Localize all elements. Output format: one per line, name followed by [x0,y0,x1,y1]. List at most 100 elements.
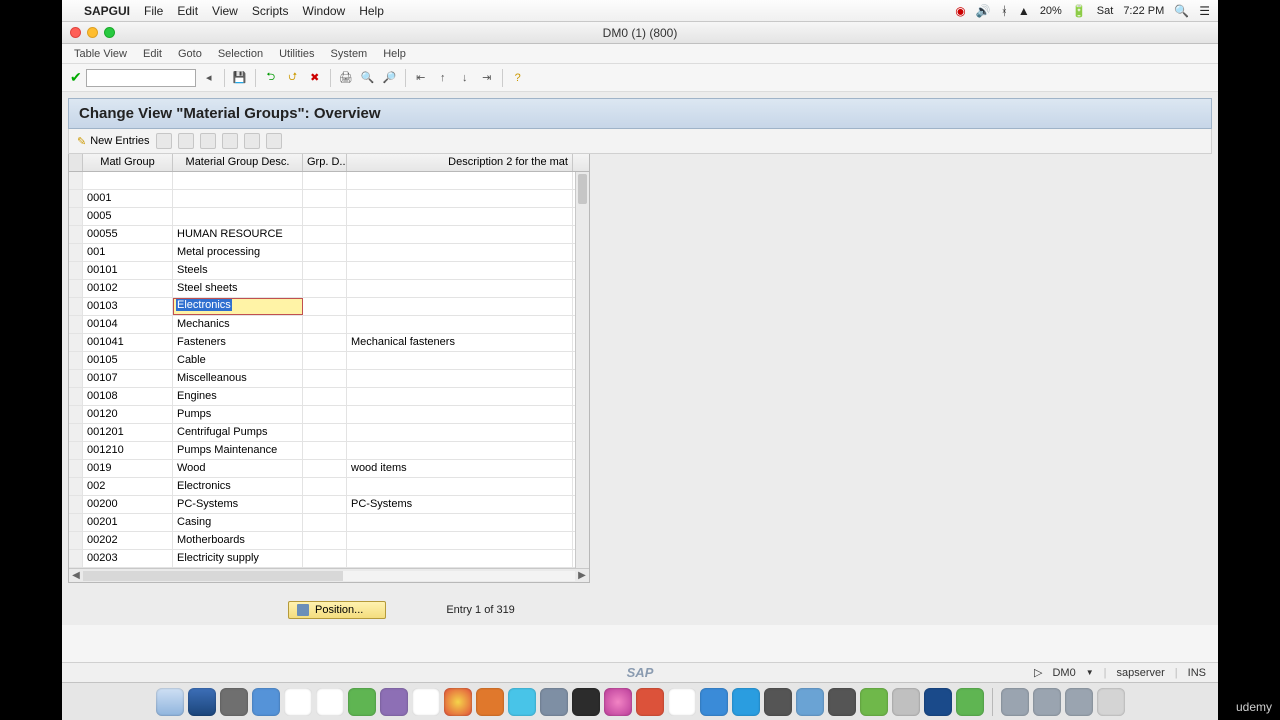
cell-matl-group[interactable]: 00107 [83,370,173,387]
cell-grp[interactable] [303,532,347,549]
cell-desc[interactable] [173,190,303,207]
table-row[interactable]: 001041FastenersMechanical fasteners [69,334,589,352]
cell-grp[interactable] [303,406,347,423]
row-selector[interactable] [69,496,83,513]
dock-app[interactable] [508,688,536,716]
volume-icon[interactable]: 🔊 [976,4,991,18]
cancel-icon[interactable]: ✖ [306,69,324,87]
dock-app[interactable] [348,688,376,716]
cell-desc[interactable]: Fasteners [173,334,303,351]
cell-desc[interactable]: Casing [173,514,303,531]
app-name[interactable]: SAPGUI [84,4,130,18]
row-selector[interactable] [69,298,83,315]
row-selector[interactable] [69,172,83,189]
table-row[interactable]: 00101Steels [69,262,589,280]
search-icon[interactable]: 🔍 [1174,4,1189,18]
next-page-icon[interactable]: ↓ [456,69,474,87]
dock-app[interactable] [636,688,664,716]
cell-desc2[interactable] [347,550,573,567]
position-button[interactable]: Position... [288,601,386,619]
cell-desc2[interactable] [347,262,573,279]
row-selector[interactable] [69,388,83,405]
dock-app[interactable] [1001,688,1029,716]
dock-app[interactable] [1033,688,1061,716]
copy-icon[interactable] [156,133,172,149]
row-selector[interactable] [69,334,83,351]
cell-matl-group[interactable] [83,172,173,189]
cell-desc2[interactable] [347,352,573,369]
cell-grp[interactable] [303,424,347,441]
cell-desc2[interactable] [347,388,573,405]
cell-desc[interactable]: Miscelleanous [173,370,303,387]
cell-grp[interactable] [303,514,347,531]
exit-icon[interactable]: ⮍ [284,69,302,87]
cell-desc[interactable]: Steel sheets [173,280,303,297]
sap-menu-selection[interactable]: Selection [218,48,263,60]
cell-desc[interactable]: Cable [173,352,303,369]
dock-app[interactable] [1065,688,1093,716]
cell-grp[interactable] [303,172,347,189]
select-all-icon[interactable] [222,133,238,149]
table-row[interactable]: 00120Pumps [69,406,589,424]
wifi-icon[interactable]: ▲ [1018,4,1030,18]
cell-grp[interactable] [303,478,347,495]
cell-matl-group[interactable]: 001 [83,244,173,261]
table-row[interactable]: 002Electronics [69,478,589,496]
first-page-icon[interactable]: ⇤ [412,69,430,87]
dock-app[interactable] [476,688,504,716]
cell-grp[interactable] [303,316,347,333]
dock-app[interactable] [764,688,792,716]
prev-page-icon[interactable]: ↑ [434,69,452,87]
maximize-icon[interactable] [104,27,115,38]
cell-matl-group[interactable]: 00104 [83,316,173,333]
row-selector[interactable] [69,370,83,387]
row-selector[interactable] [69,244,83,261]
dock-calendar[interactable] [316,688,344,716]
cell-desc2[interactable] [347,514,573,531]
record-icon[interactable]: ◉ [955,4,965,18]
row-selector[interactable] [69,190,83,207]
dock-app[interactable] [700,688,728,716]
dock-app[interactable] [572,688,600,716]
sap-menu-utilities[interactable]: Utilities [279,48,314,60]
cell-grp[interactable] [303,190,347,207]
cell-grp[interactable] [303,280,347,297]
table-row[interactable] [69,172,589,190]
cell-matl-group[interactable]: 00203 [83,550,173,567]
dock-app[interactable] [860,688,888,716]
findnext-icon[interactable]: 🔎 [381,69,399,87]
row-selector[interactable] [69,262,83,279]
dock-app[interactable] [252,688,280,716]
row-selector[interactable] [69,442,83,459]
cell-matl-group[interactable]: 001210 [83,442,173,459]
find-icon[interactable]: 🔍 [359,69,377,87]
config-icon[interactable] [266,133,282,149]
cell-desc[interactable]: Wood [173,460,303,477]
minimize-icon[interactable] [87,27,98,38]
menu-scripts[interactable]: Scripts [252,4,289,18]
battery-icon[interactable]: 🔋 [1072,4,1087,18]
horizontal-scrollbar[interactable]: ◀ ▶ [69,568,589,582]
cell-matl-group[interactable]: 00201 [83,514,173,531]
cell-matl-group[interactable]: 0001 [83,190,173,207]
cell-desc2[interactable] [347,226,573,243]
cell-matl-group[interactable]: 00101 [83,262,173,279]
table-row[interactable]: 00102Steel sheets [69,280,589,298]
row-selector[interactable] [69,532,83,549]
scroll-right-icon[interactable]: ▶ [575,570,589,581]
cell-desc2[interactable] [347,298,573,315]
cell-desc2[interactable] [347,208,573,225]
table-row[interactable]: 0005 [69,208,589,226]
cell-grp[interactable] [303,550,347,567]
cell-desc2[interactable] [347,190,573,207]
cell-matl-group[interactable]: 001201 [83,424,173,441]
dock-app[interactable] [412,688,440,716]
cell-desc2[interactable]: Mechanical fasteners [347,334,573,351]
cell-matl-group[interactable]: 00055 [83,226,173,243]
dock-app[interactable] [220,688,248,716]
delete-icon[interactable] [178,133,194,149]
row-selector[interactable] [69,316,83,333]
dock-app[interactable] [284,688,312,716]
row-selector[interactable] [69,352,83,369]
menu-edit[interactable]: Edit [177,4,198,18]
